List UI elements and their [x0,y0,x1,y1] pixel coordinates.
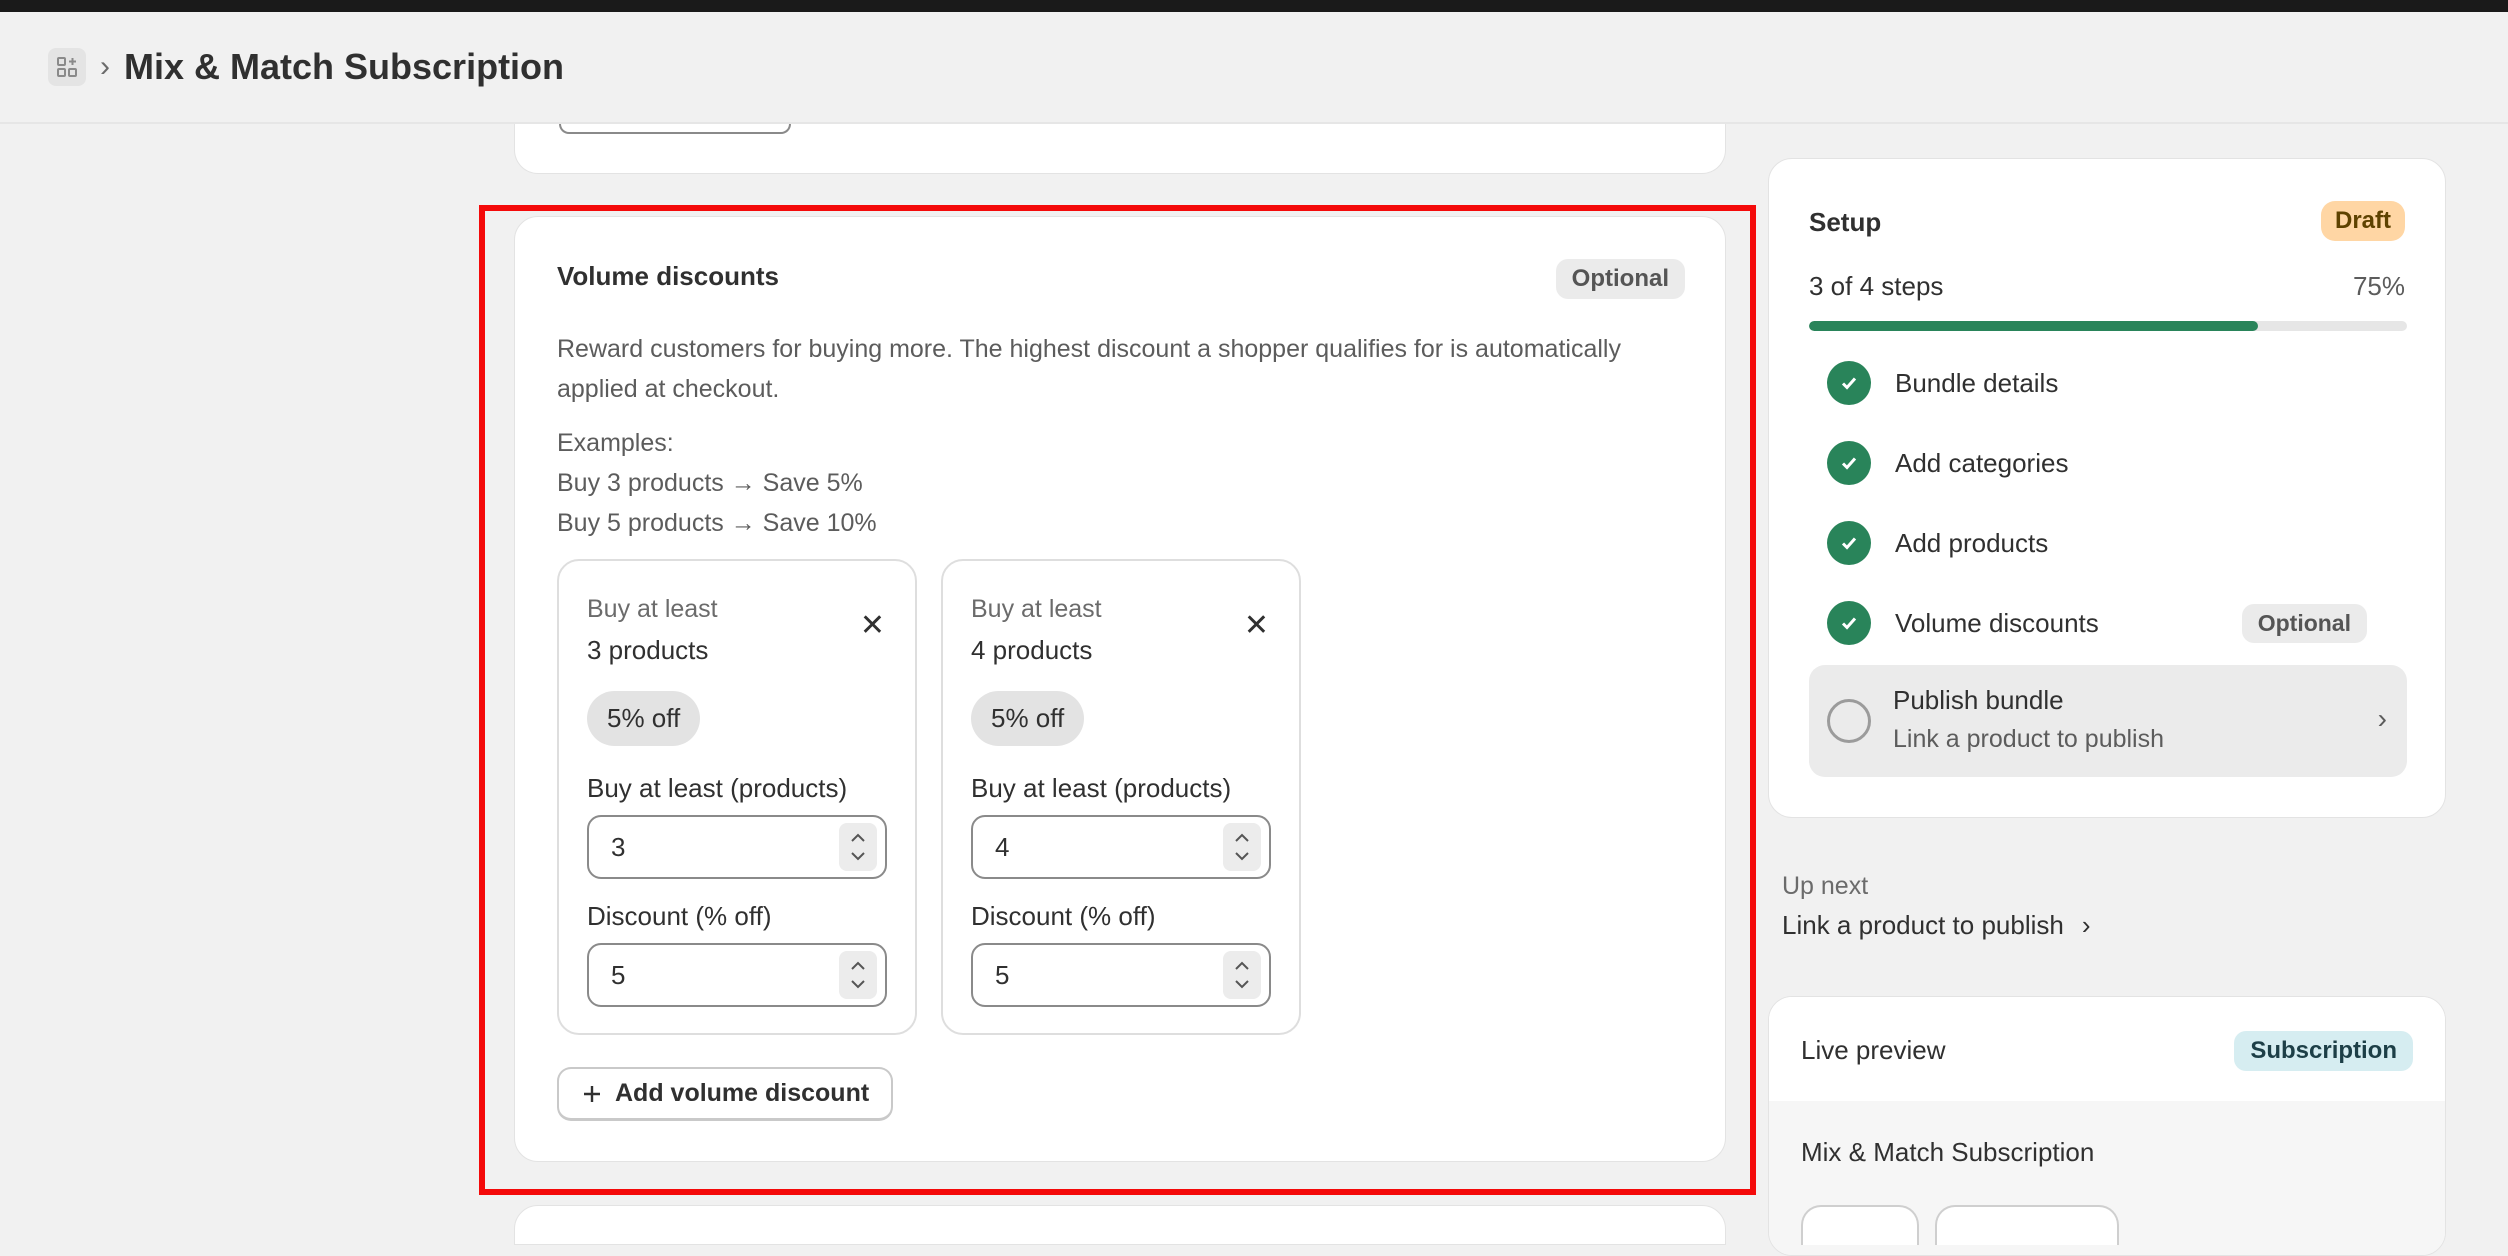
setup-progress-fill [1809,321,2258,331]
plus-icon [584,1085,600,1102]
quantity-input[interactable]: 4 [971,815,1271,879]
check-circle-icon [1827,521,1871,565]
page-header: › Mix & Match Subscription [0,12,2508,124]
tier-count: 4 products [971,635,1093,665]
page-title: Mix & Match Subscription [124,46,565,87]
quantity-value: 4 [995,832,1010,862]
discount-input[interactable]: 5 [971,943,1271,1007]
tier-label: Buy at least [971,595,1102,623]
setup-step-publish-bundle[interactable]: Publish bundle Link a product to publish… [1809,665,2407,777]
previous-section-button[interactable] [559,124,791,134]
top-strip [0,0,2508,12]
setup-step-add-categories[interactable]: Add categories [1809,423,2407,503]
setup-step-bundle-details[interactable]: Bundle details [1809,343,2407,423]
publish-step-subtitle: Link a product to publish [1893,725,2165,753]
next-section-card [514,1205,1726,1245]
quantity-value: 3 [611,832,626,862]
discount-stepper-icon[interactable] [839,951,877,999]
quantity-field-label: Buy at least (products) [587,773,848,803]
up-next-label: Up next [1782,872,1869,900]
setup-card: Setup Draft 3 of 4 steps 75% Bundle deta… [1768,158,2446,818]
optional-badge: Optional [1555,259,1685,299]
live-preview-body: Mix & Match Subscription [1769,1101,2445,1255]
breadcrumb-chevron-icon: › [100,50,110,83]
tier-count: 3 products [587,635,709,665]
check-circle-icon [1827,441,1871,485]
quantity-stepper-icon[interactable] [839,823,877,871]
remove-tier-icon[interactable]: ✕ [1244,611,1269,641]
check-circle-icon [1827,601,1871,645]
step-label: Add categories [1895,447,2069,478]
discount-input[interactable]: 5 [587,943,887,1007]
quantity-field-label: Buy at least (products) [971,773,1232,803]
volume-discounts-description: Reward customers for buying more. The hi… [557,335,1621,403]
steps-percent: 75% [2352,271,2405,301]
steps-count: 3 of 4 steps [1809,271,1944,301]
setup-step-add-products[interactable]: Add products [1809,503,2407,583]
tier-discount-badge: 5% off [587,691,701,746]
setup-title: Setup [1809,207,1882,237]
preview-bundle-name: Mix & Match Subscription [1801,1137,2095,1167]
example-line: Buy 5 products → Save 10% [557,509,877,537]
step-label: Bundle details [1895,367,2059,398]
volume-tier-card: Buy at least 4 products ✕ 5% off Buy at … [941,559,1301,1035]
publish-step-title: Publish bundle [1893,685,2064,715]
discount-value: 5 [995,960,1010,990]
empty-circle-icon [1827,699,1871,743]
live-preview-title: Live preview [1801,1035,1946,1065]
previous-section-card [514,124,1726,174]
discount-field-label: Discount (% off) [971,901,1156,931]
volume-discounts-card: Volume discounts Optional Reward custome… [514,216,1726,1162]
add-volume-discount-label: Add volume discount [615,1079,870,1107]
preview-option-chip[interactable] [1801,1205,1919,1245]
volume-examples: Examples: Buy 3 products → Save 5% Buy 5… [557,423,877,543]
add-volume-discount-button[interactable]: Add volume discount [557,1067,894,1121]
check-circle-icon [1827,361,1871,405]
step-label: Volume discounts [1895,607,2099,638]
example-line: Buy 3 products → Save 5% [557,469,863,497]
setup-progress-bar [1809,321,2407,331]
examples-heading: Examples: [557,429,674,457]
discount-value: 5 [611,960,626,990]
live-preview-header: Live preview Subscription [1769,997,2445,1101]
live-preview-card: Live preview Subscription Mix & Match Su… [1768,996,2446,1256]
apps-icon[interactable] [48,48,86,86]
draft-status-badge: Draft [2320,201,2405,241]
chevron-right-icon: › [2081,910,2091,940]
up-next-link-text: Link a product to publish [1782,910,2064,940]
discount-field-label: Discount (% off) [587,901,772,931]
up-next-link[interactable]: Link a product to publish › [1782,910,2091,941]
quantity-input[interactable]: 3 [587,815,887,879]
step-label: Add products [1895,527,2049,558]
chevron-right-icon: › [2377,703,2387,734]
tier-label: Buy at least [587,595,718,623]
remove-tier-icon[interactable]: ✕ [860,611,885,641]
step-optional-badge: Optional [2241,603,2367,643]
volume-tier-card: Buy at least 3 products ✕ 5% off Buy at … [557,559,917,1035]
tier-discount-badge: 5% off [971,691,1085,746]
setup-step-volume-discounts[interactable]: Volume discounts Optional [1809,583,2407,663]
volume-discounts-title: Volume discounts [557,261,779,291]
preview-option-chip[interactable] [1935,1205,2119,1245]
quantity-stepper-icon[interactable] [1223,823,1261,871]
subscription-badge: Subscription [2234,1031,2413,1071]
discount-stepper-icon[interactable] [1223,951,1261,999]
